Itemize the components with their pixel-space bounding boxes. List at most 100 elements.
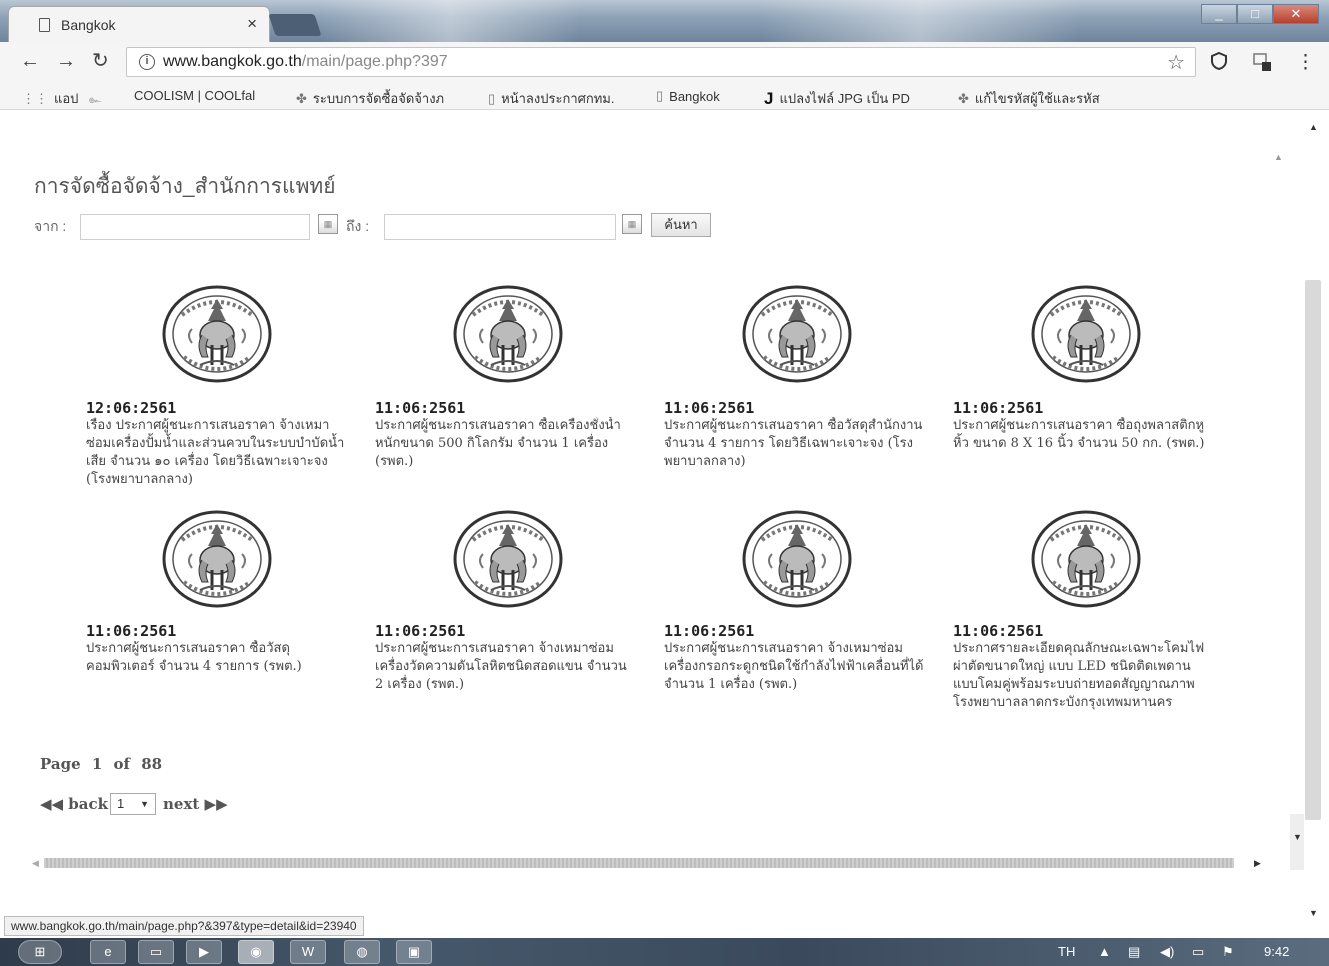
page-content: ▲ ▲ การจัดซื้อจัดจ้าง_สำนักการแพทย์ จาก … [0, 110, 1329, 920]
taskbar-media-icon[interactable]: ▶ [186, 940, 222, 964]
bookmark-coolism[interactable]: COOLISM | COOLfal [134, 88, 255, 103]
tab-bangkok[interactable]: Bangkok × [8, 6, 270, 42]
address-bar[interactable]: i www.bangkok.go.th/main/page.php?397 ☆ [126, 47, 1196, 77]
page-icon: ▯ [488, 90, 496, 106]
item-description[interactable]: เรื่อง ประกาศผู้ชนะการเสนอราคา จ้างเหมาซ… [86, 417, 348, 507]
scroll-down-icon[interactable]: ▼ [1309, 908, 1318, 918]
list-item[interactable]: 11:06:2561 ประกาศผู้ชนะการเสนอราคา ซื้อว… [664, 285, 926, 505]
item-description[interactable]: ประกาศผู้ชนะการเสนอราคา ซื้อวัสดุสำนักงา… [664, 417, 926, 507]
page-word: Page [40, 755, 81, 773]
taskbar-folder-icon[interactable]: ▭ [138, 940, 174, 964]
bookmark-icon: J [764, 88, 774, 108]
extension-icon[interactable] [1252, 51, 1274, 79]
page-select-value: 1 [117, 796, 125, 811]
back-link[interactable]: ◀◀ back [40, 795, 108, 813]
item-description[interactable]: ประกาศผู้ชนะการเสนอราคา ซื้อถุงพลาสติกหู… [953, 417, 1215, 507]
new-tab-button[interactable] [268, 14, 322, 36]
bookmark-label: COOLISM | COOLfal [134, 88, 256, 103]
bookmark-apps[interactable]: ⋮⋮ แอป ๛ [22, 88, 101, 109]
tab-title: Bangkok [61, 16, 116, 33]
back-icon[interactable]: ← [20, 50, 40, 72]
list-item[interactable]: 11:06:2561 ประกาศผู้ชนะการเสนอราคา จ้างเ… [664, 510, 926, 730]
item-description[interactable]: ประกาศผู้ชนะการเสนอราคา จ้างเหมาซ่อมเครื… [664, 640, 926, 712]
list-item[interactable]: 11:06:2561 ประกาศผู้ชนะการเสนอราคา ซื้อเ… [375, 285, 637, 505]
item-date: 12:06:2561 [86, 399, 177, 417]
page-title: การจัดซื้อจัดจ้าง_สำนักการแพทย์ [34, 175, 336, 198]
item-description[interactable]: ประกาศรายละเอียดคุณลักษณะเฉพาะโคมไฟผ่าตั… [953, 640, 1215, 722]
item-date: 11:06:2561 [953, 399, 1044, 417]
url-host: www.bangkok.go.th [163, 53, 302, 70]
bookmark-jpg-pdf[interactable]: J แปลงไฟล์ JPG เป็น PD [764, 88, 910, 109]
maximize-button[interactable]: □ [1237, 4, 1273, 24]
monitor-icon[interactable]: ▭ [1192, 944, 1204, 960]
window-title-bar: Bangkok × _ □ ✕ [0, 0, 1329, 42]
taskbar-ie-icon[interactable]: e [90, 940, 126, 964]
from-label: จาก : [34, 218, 67, 234]
page-of-word: of [113, 755, 131, 773]
volume-icon[interactable]: ◀) [1160, 944, 1174, 960]
bangkok-seal-icon [742, 285, 852, 383]
minimize-button[interactable]: _ [1201, 4, 1237, 24]
flag-icon[interactable]: ⚑ [1222, 944, 1234, 960]
calendar-icon[interactable]: ▦ [318, 214, 338, 234]
star-icon[interactable]: ☆ [1167, 50, 1185, 75]
search-button[interactable]: ค้นหา [651, 213, 711, 237]
network-icon[interactable]: ▤ [1128, 944, 1140, 960]
bookmarks-bar: ⋮⋮ แอป ๛ COOLISM | COOLfal ✤ ระบบการจัดซ… [0, 82, 1329, 110]
taskbar-line-icon[interactable]: ◍ [344, 940, 380, 964]
page-indicator: Page 1 of 88 [40, 755, 162, 773]
bookmark-label: แอป [54, 91, 79, 106]
list-item[interactable]: 11:06:2561 ประกาศผู้ชนะการเสนอราคา ซื้อถ… [953, 285, 1215, 505]
forward-icon[interactable]: → [56, 50, 76, 72]
bookmark-procurement[interactable]: ✤ ระบบการจัดซื้อจัดจ้างภ [296, 88, 444, 109]
item-date: 11:06:2561 [953, 622, 1044, 640]
tray-arrow-icon[interactable]: ▲ [1098, 944, 1111, 959]
page-total: 88 [141, 755, 163, 773]
bangkok-seal-icon [1031, 510, 1141, 608]
page-icon: ▯ [656, 88, 664, 103]
list-item[interactable]: 11:06:2561 ประกาศผู้ชนะการเสนอราคา ซื้อว… [86, 510, 348, 730]
scroll-right-icon[interactable]: ▶ [1254, 858, 1261, 869]
url-path: /main/page.php?397 [301, 53, 448, 70]
scroll-up-icon[interactable]: ▲ [1309, 122, 1318, 132]
taskbar-app-icon[interactable]: ▣ [396, 940, 432, 964]
bookmark-announcement[interactable]: ▯ หน้าลงประกาศกทม. [488, 88, 615, 109]
reload-icon[interactable]: ↻ [92, 50, 109, 72]
language-indicator[interactable]: TH [1058, 944, 1075, 959]
item-description[interactable]: ประกาศผู้ชนะการเสนอราคา ซื้อเครื่องชั่งน… [375, 417, 637, 507]
taskbar-chrome-icon[interactable]: ◉ [238, 940, 274, 964]
shield-icon[interactable] [1209, 51, 1229, 77]
item-date: 11:06:2561 [375, 622, 466, 640]
item-date: 11:06:2561 [664, 399, 755, 417]
to-date-input[interactable] [384, 214, 616, 240]
scroll-left-icon[interactable]: ◀ [32, 858, 39, 869]
item-date: 11:06:2561 [375, 399, 466, 417]
item-description[interactable]: ประกาศผู้ชนะการเสนอราคา ซื้อวัสดุคอมพิวเ… [86, 640, 348, 712]
close-window-button[interactable]: ✕ [1273, 4, 1319, 24]
browser-toolbar: ← → ↻ i www.bangkok.go.th/main/page.php?… [0, 42, 1329, 82]
clock[interactable]: 9:42 [1264, 944, 1289, 959]
scroll-down-icon[interactable]: ▼ [1293, 832, 1302, 842]
to-label: ถึง : [346, 218, 370, 234]
page-select[interactable]: 1 ▼ [110, 793, 156, 815]
bookmark-icon: ✤ [296, 90, 307, 106]
inner-scrollbar[interactable]: ▼ [1290, 814, 1304, 870]
from-date-input[interactable] [80, 214, 310, 240]
bookmark-edit-user[interactable]: ✤ แก้ไขรหัสผู้ใช้และรหัส [958, 88, 1100, 109]
close-icon[interactable]: × [247, 13, 257, 35]
scroll-up-icon[interactable]: ▲ [1274, 152, 1283, 162]
list-item[interactable]: 11:06:2561 ประกาศผู้ชนะการเสนอราคา จ้างเ… [375, 510, 637, 730]
vertical-scrollbar[interactable] [1305, 280, 1321, 820]
horizontal-scroll-track[interactable] [44, 858, 1234, 868]
item-description[interactable]: ประกาศผู้ชนะการเสนอราคา จ้างเหมาซ่อมเครื… [375, 640, 637, 712]
info-icon[interactable]: i [139, 54, 155, 70]
list-item[interactable]: 12:06:2561 เรื่อง ประกาศผู้ชนะการเสนอราค… [86, 285, 348, 505]
menu-icon[interactable]: ⋮ [1296, 51, 1315, 74]
taskbar-word-icon[interactable]: W [290, 940, 326, 964]
next-link[interactable]: next ▶▶ [163, 795, 228, 813]
start-button[interactable]: ⊞ [18, 940, 62, 964]
bookmark-bangkok[interactable]: ▯ Bangkok [656, 88, 720, 104]
list-item[interactable]: 11:06:2561 ประกาศรายละเอียดคุณลักษณะเฉพา… [953, 510, 1215, 730]
calendar-icon[interactable]: ▦ [622, 214, 642, 234]
horizontal-scrollbar[interactable]: ◀ ▶ [10, 850, 1290, 876]
